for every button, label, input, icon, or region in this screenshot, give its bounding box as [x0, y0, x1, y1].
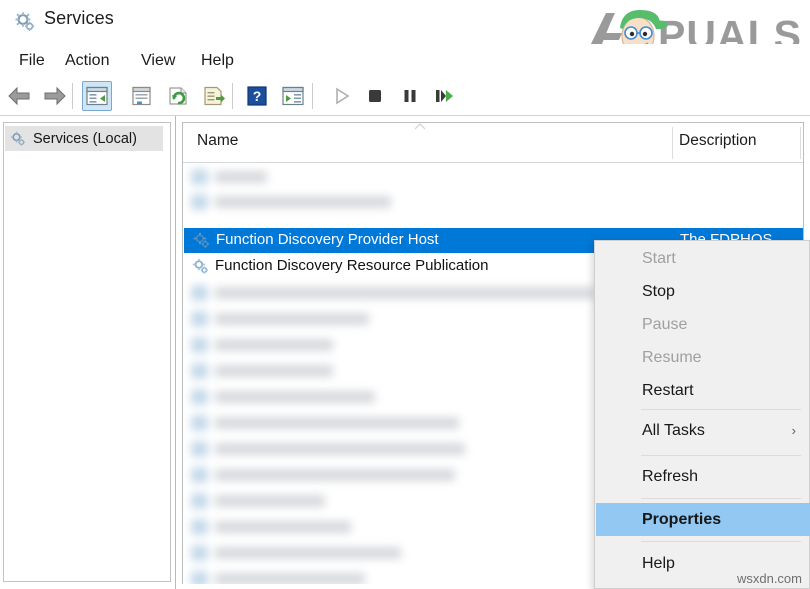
export-list-icon: [204, 86, 225, 106]
row-name: Function Discovery Resource Publication: [215, 257, 489, 274]
listview-header: Name Description: [183, 123, 803, 163]
column-divider[interactable]: [800, 127, 801, 159]
ascending-caret-icon: [414, 123, 426, 130]
context-menu-item-restart[interactable]: Restart: [596, 374, 810, 407]
toolbar-separator: [72, 83, 73, 109]
services-gear-icon: [10, 131, 25, 146]
context-menu-item-stop[interactable]: Stop: [596, 275, 810, 308]
show-hide-console-tree-icon: [86, 86, 108, 106]
column-header-name[interactable]: Name: [197, 132, 238, 150]
pause-service-icon: [404, 90, 416, 102]
context-menu-item-all-tasks[interactable]: All Tasks ›: [596, 414, 810, 447]
chevron-right-icon: ›: [791, 423, 796, 438]
properties-button[interactable]: [127, 81, 157, 111]
start-service-button[interactable]: [327, 81, 357, 111]
help-button[interactable]: ?: [242, 81, 272, 111]
context-menu-item-resume[interactable]: Resume: [596, 341, 810, 374]
toolbar-separator: [312, 83, 313, 109]
context-menu-item-start[interactable]: Start: [596, 242, 810, 275]
title-bar: Services PUALS: [0, 0, 810, 58]
context-menu-item-refresh[interactable]: Refresh: [596, 460, 810, 493]
sidebar-item-services-local[interactable]: Services (Local): [5, 126, 163, 151]
back-button[interactable]: [4, 81, 34, 111]
window-title: Services: [44, 8, 114, 28]
service-gear-icon: [193, 232, 210, 248]
properties-icon: [132, 86, 151, 106]
menu-action[interactable]: Action: [60, 50, 114, 72]
restart-service-icon: [436, 90, 453, 102]
console-tree: Services (Local): [3, 122, 171, 582]
menu-help[interactable]: Help: [196, 50, 239, 72]
watermark: wsxdn.com: [736, 571, 802, 586]
context-menu: Start Stop Pause Resume Restart All Task…: [594, 240, 810, 589]
forward-arrow-icon: [44, 86, 66, 106]
row-name: Function Discovery Provider Host: [216, 231, 439, 248]
service-gear-icon: [192, 258, 209, 274]
refresh-icon: [169, 87, 187, 105]
stop-service-icon: [369, 90, 381, 102]
help-icon: ?: [247, 86, 267, 106]
context-menu-item-properties[interactable]: Properties: [596, 503, 810, 536]
context-menu-separator: [641, 409, 801, 410]
restart-service-button[interactable]: [429, 81, 459, 111]
context-menu-separator: [641, 455, 801, 456]
show-action-pane-button[interactable]: [278, 81, 308, 111]
toolbar: ?: [0, 77, 810, 116]
column-header-description[interactable]: Description: [679, 132, 757, 150]
back-arrow-icon: [8, 86, 30, 106]
stop-service-button[interactable]: [360, 81, 390, 111]
show-action-pane-icon: [282, 86, 304, 106]
console-tree-pane: Services (Local): [0, 116, 176, 589]
start-service-icon: [336, 87, 350, 105]
show-hide-tree-button[interactable]: [82, 81, 112, 111]
context-menu-item-label: All Tasks: [642, 421, 705, 439]
services-window: Services PUALS File Action View Help ? S…: [0, 0, 810, 589]
forward-button[interactable]: [40, 81, 70, 111]
services-gear-icon: [15, 12, 35, 31]
menu-file[interactable]: File: [14, 50, 50, 72]
context-menu-separator: [641, 541, 801, 542]
blurred-rows-above: [183, 167, 743, 225]
column-divider[interactable]: [672, 127, 673, 159]
context-menu-separator: [641, 498, 801, 499]
refresh-button[interactable]: [163, 81, 193, 111]
pause-service-button[interactable]: [395, 81, 425, 111]
context-menu-item-pause[interactable]: Pause: [596, 308, 810, 341]
export-list-button[interactable]: [199, 81, 229, 111]
menu-view[interactable]: View: [136, 50, 180, 72]
toolbar-separator: [232, 83, 233, 109]
menu-bar: File Action View Help: [0, 44, 810, 77]
svg-text:?: ?: [253, 88, 262, 104]
sidebar-item-label: Services (Local): [33, 130, 137, 147]
